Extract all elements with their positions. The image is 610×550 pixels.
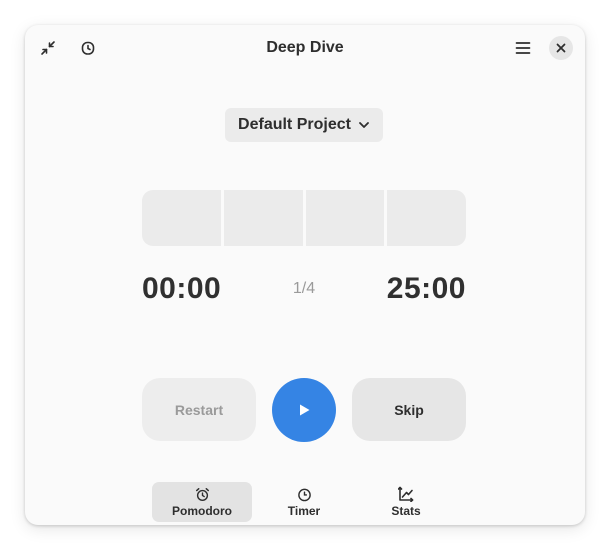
tab-pomodoro[interactable]: Pomodoro bbox=[152, 482, 252, 522]
tab-label: Timer bbox=[287, 503, 321, 518]
skip-label: Skip bbox=[394, 401, 424, 418]
chevron-down-icon bbox=[359, 122, 369, 128]
session-segment-4 bbox=[387, 190, 466, 246]
tab-label: Pomodoro bbox=[172, 503, 232, 518]
main-menu-button[interactable] bbox=[509, 34, 537, 62]
tab-timer[interactable]: Timer bbox=[254, 482, 354, 522]
session-segment-2 bbox=[223, 190, 303, 246]
hamburger-menu-icon bbox=[515, 42, 531, 54]
timer-icon bbox=[81, 41, 95, 55]
shrink-arrows-icon bbox=[41, 41, 55, 55]
header-bar: Deep Dive bbox=[25, 25, 585, 71]
total-time: 25:00 bbox=[386, 272, 466, 305]
project-name: Default Project bbox=[238, 116, 351, 133]
tab-label: Stats bbox=[391, 504, 421, 518]
tab-stats[interactable]: Stats bbox=[356, 482, 456, 522]
session-progress-bar bbox=[142, 190, 466, 246]
play-button[interactable] bbox=[272, 378, 336, 442]
play-icon bbox=[300, 404, 310, 416]
session-counter: 1/4 bbox=[292, 280, 316, 297]
app-window: Deep Dive Default Project 00:00 1/4 25:0… bbox=[25, 25, 585, 525]
elapsed-time: 00:00 bbox=[142, 272, 222, 305]
close-icon bbox=[556, 43, 566, 53]
compact-mode-button[interactable] bbox=[34, 34, 62, 62]
restart-label: Restart bbox=[174, 401, 224, 418]
window-title: Deep Dive bbox=[266, 39, 344, 56]
skip-button[interactable]: Skip bbox=[352, 378, 466, 441]
restart-button[interactable]: Restart bbox=[142, 378, 256, 441]
stopwatch-icon bbox=[297, 488, 311, 501]
view-switcher: Pomodoro Timer Stats bbox=[152, 482, 458, 522]
timer-mode-button[interactable] bbox=[74, 34, 102, 62]
project-selector[interactable]: Default Project bbox=[225, 108, 383, 142]
close-button[interactable] bbox=[549, 36, 573, 60]
alarm-clock-icon bbox=[195, 487, 209, 501]
chart-axes-icon bbox=[398, 486, 414, 502]
session-segment-1 bbox=[142, 190, 221, 246]
session-segment-3 bbox=[305, 190, 385, 246]
